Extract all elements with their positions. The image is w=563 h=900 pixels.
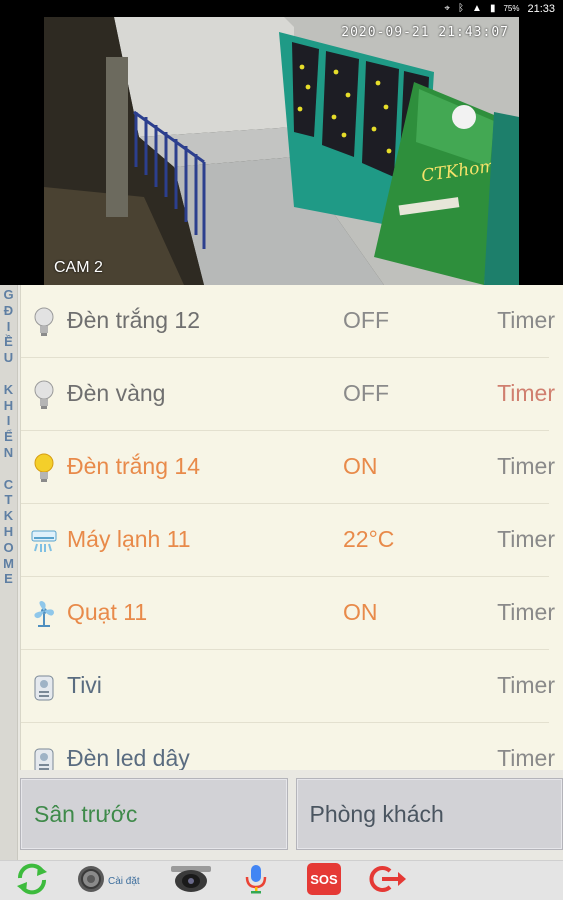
- camera-feed-container: CTKhome 2020-09-21 21:43:07 CAM 2: [0, 17, 563, 285]
- strip-letter: U: [3, 350, 14, 366]
- strip-letter: I: [6, 318, 11, 334]
- settings-button[interactable]: Cài đặt: [76, 863, 140, 899]
- device-name: Đèn trắng 14: [67, 453, 200, 479]
- voice-button[interactable]: [243, 863, 269, 899]
- settings-label: Cài đặt: [108, 875, 140, 887]
- strip-letter: K: [3, 508, 14, 524]
- strip-letter: M: [3, 555, 14, 571]
- strip-letter: G: [3, 287, 14, 302]
- device-state[interactable]: OFF: [343, 307, 389, 334]
- device-row[interactable]: Quạt 11 ON Timer: [21, 577, 555, 650]
- fan-icon: [30, 598, 58, 630]
- remote-control-icon: [30, 671, 58, 703]
- light-bulb-off-icon: [30, 379, 58, 411]
- remote-control-icon: [30, 744, 58, 770]
- device-row[interactable]: Đèn led dây Timer: [21, 723, 555, 770]
- camera-timestamp: 2020-09-21 21:43:07: [341, 25, 509, 40]
- strip-letter: Ể: [4, 429, 13, 445]
- room-selector: Sân trước Phòng khách: [20, 778, 563, 854]
- light-bulb-off-icon: [30, 306, 58, 338]
- control-panel: G Đ I Ề U K H I Ể N C T K H O M E Đèn tr…: [0, 285, 563, 860]
- sos-button[interactable]: SOS: [306, 862, 342, 900]
- battery-icon: ▮: [489, 2, 496, 14]
- microphone-icon: [243, 863, 269, 900]
- refresh-icon: [14, 862, 50, 900]
- strip-letter: H: [3, 397, 14, 413]
- bottom-toolbar: Cài đặt SOS: [0, 860, 563, 900]
- device-name: Đèn vàng: [67, 380, 166, 406]
- clock: 21:33: [527, 2, 555, 15]
- location-icon: ⌖: [444, 2, 451, 14]
- strip-letter: T: [4, 492, 13, 508]
- timer-button[interactable]: Timer: [497, 672, 555, 699]
- signal-icon: ▲: [472, 2, 482, 14]
- timer-button[interactable]: Timer: [497, 380, 555, 407]
- gear-icon: [76, 864, 106, 899]
- strip-letter: Ề: [4, 334, 13, 350]
- logout-icon: [368, 863, 408, 900]
- room-button-san-truoc[interactable]: Sân trước: [20, 778, 288, 850]
- camera-feed[interactable]: CTKhome 2020-09-21 21:43:07 CAM 2: [44, 17, 519, 285]
- device-row[interactable]: Tivi Timer: [21, 650, 555, 723]
- svg-text:SOS: SOS: [310, 872, 338, 887]
- light-bulb-on-icon: [30, 452, 58, 484]
- strip-letter: E: [4, 571, 13, 587]
- timer-button[interactable]: Timer: [497, 526, 555, 553]
- refresh-button[interactable]: [14, 863, 50, 899]
- device-name: Máy lạnh 11: [67, 526, 191, 552]
- camera-button[interactable]: [168, 863, 214, 899]
- device-name: Quạt 11: [67, 599, 148, 625]
- status-bar: ⌖ ᛒ ▲ ▮ 75% 21:33: [0, 0, 563, 17]
- bluetooth-icon: ᛒ: [458, 2, 465, 14]
- strip-letter: N: [3, 444, 14, 460]
- camera-label: CAM 2: [54, 259, 103, 276]
- device-row[interactable]: Đèn trắng 12 OFF Timer: [21, 285, 555, 358]
- strip-letter: O: [3, 539, 14, 555]
- strip-letter: H: [3, 523, 14, 539]
- device-row[interactable]: Máy lạnh 11 22°C Timer: [21, 504, 555, 577]
- device-state[interactable]: ON: [343, 453, 378, 480]
- device-name: Tivi: [67, 672, 102, 698]
- device-row[interactable]: Đèn vàng OFF Timer: [21, 358, 555, 431]
- device-state[interactable]: 22°C: [343, 526, 394, 553]
- device-state[interactable]: ON: [343, 599, 378, 626]
- device-name: Đèn led dây: [67, 745, 190, 770]
- timer-button[interactable]: Timer: [497, 599, 555, 626]
- logout-button[interactable]: [368, 863, 408, 899]
- timer-button[interactable]: Timer: [497, 307, 555, 334]
- timer-button[interactable]: Timer: [497, 745, 555, 770]
- device-row[interactable]: Đèn trắng 14 ON Timer: [21, 431, 555, 504]
- timer-button[interactable]: Timer: [497, 453, 555, 480]
- room-button-phong-khach[interactable]: Phòng khách: [295, 778, 563, 850]
- air-conditioner-icon: [30, 525, 58, 557]
- device-state[interactable]: OFF: [343, 380, 389, 407]
- strip-letter: K: [3, 381, 14, 397]
- security-camera-icon: [168, 863, 214, 900]
- device-name: Đèn trắng 12: [67, 307, 200, 333]
- strip-letter: C: [3, 476, 14, 492]
- device-list[interactable]: Đèn trắng 12 OFF Timer Đèn vàng OFF Time…: [20, 285, 563, 770]
- strip-letter: I: [6, 413, 11, 429]
- battery-percent: 75%: [503, 4, 520, 13]
- sos-icon: SOS: [306, 862, 342, 900]
- camera-image: CTKhome: [44, 17, 519, 285]
- strip-letter: Đ: [3, 302, 14, 318]
- side-vertical-title: G Đ I Ề U K H I Ể N C T K H O M E: [0, 285, 18, 860]
